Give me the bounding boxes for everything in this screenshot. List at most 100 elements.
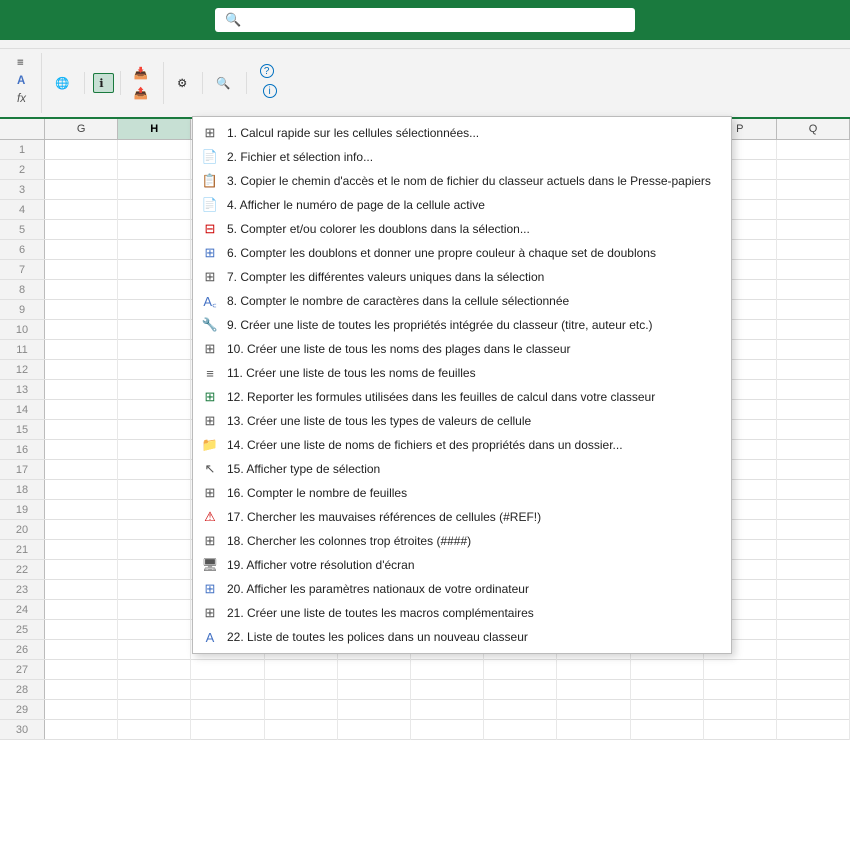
cell[interactable] — [411, 680, 484, 700]
cell[interactable] — [777, 180, 850, 200]
col-header-Q[interactable]: Q — [777, 119, 850, 139]
ribbon-btn-options[interactable]: ⚙ — [172, 74, 196, 92]
cell[interactable] — [411, 660, 484, 680]
ribbon-btn-info[interactable]: i — [255, 82, 289, 100]
cell[interactable] — [118, 220, 191, 240]
cell[interactable] — [631, 660, 704, 680]
ribbon-btn-numbers-dates[interactable]: ≡ — [12, 55, 33, 71]
cell[interactable] — [118, 540, 191, 560]
cell[interactable] — [631, 700, 704, 720]
cell[interactable] — [777, 480, 850, 500]
cell[interactable] — [45, 420, 118, 440]
ribbon-btn-texte[interactable]: A — [12, 73, 34, 89]
dropdown-item[interactable]: 🖥19. Afficher votre résolution d'écran — [193, 553, 731, 577]
cell[interactable] — [777, 160, 850, 180]
cell[interactable] — [45, 240, 118, 260]
cell[interactable] — [777, 640, 850, 660]
cell[interactable] — [118, 400, 191, 420]
cell[interactable] — [45, 440, 118, 460]
cell[interactable] — [118, 580, 191, 600]
cell[interactable] — [777, 360, 850, 380]
cell[interactable] — [777, 620, 850, 640]
ribbon-btn-informations[interactable]: ℹ — [93, 73, 113, 93]
cell[interactable] — [118, 720, 191, 740]
cell[interactable] — [557, 700, 630, 720]
cell[interactable] — [118, 660, 191, 680]
col-header-G[interactable]: G — [45, 119, 118, 139]
ribbon-btn-exporter[interactable]: 📤 — [129, 84, 157, 102]
cell[interactable] — [338, 700, 411, 720]
cell[interactable] — [118, 460, 191, 480]
cell[interactable] — [777, 400, 850, 420]
cell[interactable] — [777, 420, 850, 440]
cell[interactable] — [191, 680, 264, 700]
cell[interactable] — [777, 300, 850, 320]
search-wrapper[interactable]: 🔍 — [215, 8, 635, 32]
cell[interactable] — [411, 720, 484, 740]
cell[interactable] — [118, 380, 191, 400]
dropdown-item[interactable]: 🔧9. Créer une liste de toutes les propri… — [193, 313, 731, 337]
cell[interactable] — [191, 700, 264, 720]
cell[interactable] — [45, 400, 118, 420]
cell[interactable] — [45, 700, 118, 720]
cell[interactable] — [777, 580, 850, 600]
cell[interactable] — [265, 660, 338, 680]
cell[interactable] — [777, 240, 850, 260]
cell[interactable] — [118, 340, 191, 360]
dropdown-item[interactable]: A22. Liste de toutes les polices dans un… — [193, 625, 731, 649]
cell[interactable] — [45, 160, 118, 180]
cell[interactable] — [45, 200, 118, 220]
ribbon-btn-formules[interactable]: fx — [12, 91, 35, 107]
cell[interactable] — [118, 180, 191, 200]
dropdown-item[interactable]: ⊞12. Reporter les formules utilisées dan… — [193, 385, 731, 409]
cell[interactable] — [338, 680, 411, 700]
cell[interactable] — [45, 660, 118, 680]
cell[interactable] — [777, 560, 850, 580]
cell[interactable] — [45, 380, 118, 400]
cell[interactable] — [777, 200, 850, 220]
cell[interactable] — [118, 600, 191, 620]
cell[interactable] — [118, 620, 191, 640]
cell[interactable] — [338, 720, 411, 740]
cell[interactable] — [45, 600, 118, 620]
cell[interactable] — [45, 180, 118, 200]
dropdown-item[interactable]: A꜀8. Compter le nombre de caractères dan… — [193, 289, 731, 313]
cell[interactable] — [118, 480, 191, 500]
cell[interactable] — [777, 460, 850, 480]
dropdown-item[interactable]: 📄2. Fichier et sélection info... — [193, 145, 731, 169]
cell[interactable] — [704, 720, 777, 740]
cell[interactable] — [45, 220, 118, 240]
cell[interactable] — [45, 640, 118, 660]
cell[interactable] — [777, 540, 850, 560]
cell[interactable] — [45, 300, 118, 320]
cell[interactable] — [265, 700, 338, 720]
cell[interactable] — [118, 320, 191, 340]
dropdown-item[interactable]: ⊞20. Afficher les paramètres nationaux d… — [193, 577, 731, 601]
ribbon-btn-faq[interactable]: ? — [255, 62, 283, 80]
cell[interactable] — [118, 560, 191, 580]
cell[interactable] — [191, 660, 264, 680]
dropdown-item[interactable]: ⊞1. Calcul rapide sur les cellules sélec… — [193, 121, 731, 145]
cell[interactable] — [45, 280, 118, 300]
cell[interactable] — [777, 140, 850, 160]
cell[interactable] — [118, 640, 191, 660]
cell[interactable] — [118, 700, 191, 720]
cell[interactable] — [484, 680, 557, 700]
dropdown-item[interactable]: ⚠17. Chercher les mauvaises références d… — [193, 505, 731, 529]
cell[interactable] — [484, 700, 557, 720]
dropdown-item[interactable]: 📁14. Créer une liste de noms de fichiers… — [193, 433, 731, 457]
cell[interactable] — [118, 240, 191, 260]
cell[interactable] — [777, 720, 850, 740]
cell[interactable] — [45, 480, 118, 500]
cell[interactable] — [45, 260, 118, 280]
cell[interactable] — [118, 440, 191, 460]
cell[interactable] — [265, 680, 338, 700]
cell[interactable] — [777, 320, 850, 340]
cell[interactable] — [557, 660, 630, 680]
cell[interactable] — [118, 200, 191, 220]
cell[interactable] — [777, 260, 850, 280]
cell[interactable] — [45, 140, 118, 160]
dropdown-item[interactable]: ≡11. Créer une liste de tous les noms de… — [193, 361, 731, 385]
cell[interactable] — [777, 500, 850, 520]
cell[interactable] — [777, 280, 850, 300]
